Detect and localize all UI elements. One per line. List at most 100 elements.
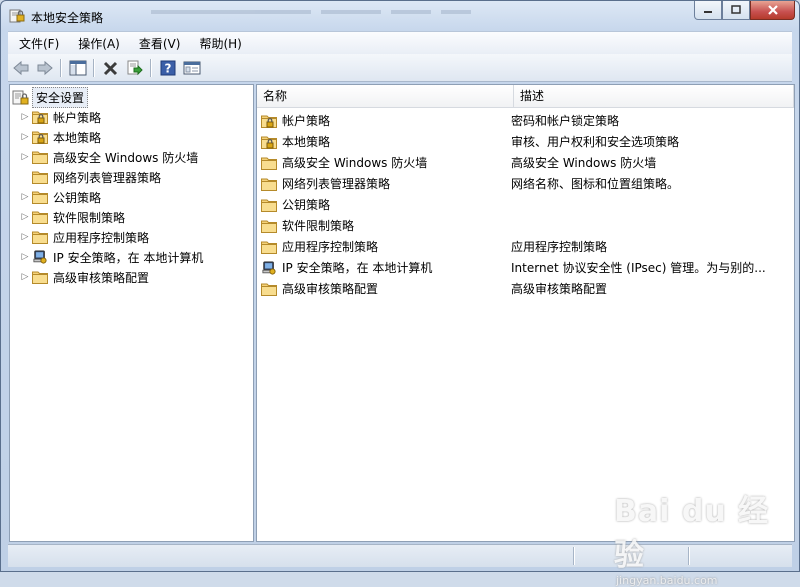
folder-icon (261, 283, 277, 296)
menu-help[interactable]: 帮助(H) (188, 35, 249, 52)
toolbar-separator (60, 58, 61, 77)
title-bar[interactable]: 本地安全策略 (1, 1, 799, 31)
watermark-url: jingyan.baidu.com (616, 574, 718, 587)
list-item-name: 软件限制策略 (282, 219, 355, 233)
tree-item[interactable]: ▷ IP 安全策略，在 本地计算机 (18, 247, 203, 267)
list-item-description: 高级安全 Windows 防火墙 (511, 156, 657, 170)
folder-icon (32, 231, 48, 244)
tree-item-label: 应用程序控制策略 (53, 230, 150, 245)
list-pane[interactable]: 名称 描述 帐户策略 密码和帐户锁定策略 本地策略 审核、用户权利和安全选项策略 高级安… (256, 84, 795, 542)
folder-icon (32, 151, 48, 164)
list-item-name: 本地策略 (282, 135, 331, 149)
list-cell-name: 应用程序控制策略 (261, 238, 511, 255)
expand-arrow-icon[interactable]: ▷ (18, 252, 32, 262)
list-row[interactable]: 应用程序控制策略 应用程序控制策略 (261, 236, 794, 257)
list-item-name: 网络列表管理器策略 (282, 177, 391, 191)
column-header-name[interactable]: 名称 (257, 85, 514, 107)
forward-button[interactable] (34, 57, 56, 79)
list-cell-name: IP 安全策略，在 本地计算机 (261, 259, 511, 276)
list-row[interactable]: 高级审核策略配置 高级审核策略配置 (261, 278, 794, 299)
expand-arrow-icon[interactable]: ▷ (18, 192, 32, 202)
minimize-icon (704, 11, 712, 13)
column-header-description[interactable]: 描述 (514, 85, 794, 107)
list-row[interactable]: 公钥策略 (261, 194, 794, 215)
tree-item[interactable]: ▷ 帐户策略 (18, 107, 101, 127)
list-item-description: 高级审核策略配置 (511, 282, 608, 296)
toolbar-separator (93, 58, 94, 77)
expand-arrow-icon[interactable]: ▷ (18, 152, 32, 162)
tree-item[interactable]: ▷ 高级审核策略配置 (18, 267, 149, 287)
help-button[interactable]: ? (157, 57, 179, 79)
tree-item[interactable]: ▷ 应用程序控制策略 (18, 227, 149, 247)
forward-icon (37, 60, 53, 75)
minimize-button[interactable] (694, 1, 722, 20)
tree-item[interactable]: ▷ 软件限制策略 (18, 207, 125, 227)
list-item-name: 应用程序控制策略 (282, 240, 379, 254)
back-button[interactable] (10, 57, 32, 79)
list-cell-name: 公钥策略 (261, 196, 511, 213)
tree-item[interactable]: ▷ 本地策略 (18, 127, 101, 147)
folder-icon (261, 241, 277, 254)
list-row[interactable]: 本地策略 审核、用户权利和安全选项策略 (261, 131, 794, 152)
export-list-button[interactable] (124, 57, 146, 79)
properties-button[interactable] (181, 57, 203, 79)
delete-button[interactable] (100, 57, 122, 79)
list-cell-name: 本地策略 (261, 133, 511, 150)
expand-arrow-icon[interactable]: ▷ (18, 272, 32, 282)
folder-icon (261, 157, 277, 170)
expand-arrow-icon[interactable]: ▷ (18, 132, 32, 142)
export-list-icon (127, 60, 143, 75)
list-item-name: 公钥策略 (282, 198, 331, 212)
list-item-description: Internet 协议安全性 (IPsec) 管理。为与别的... (511, 261, 766, 275)
expand-arrow-icon[interactable]: ▷ (18, 212, 32, 222)
show-hide-tree-button[interactable] (67, 57, 89, 79)
menu-action[interactable]: 操作(A) (67, 35, 128, 52)
folder-icon (32, 191, 48, 204)
close-button[interactable] (750, 1, 795, 20)
tree-item-label: 高级安全 Windows 防火墙 (53, 150, 199, 165)
tree-item[interactable]: ▷ 高级安全 Windows 防火墙 (18, 147, 199, 167)
list-item-name: IP 安全策略，在 本地计算机 (282, 261, 433, 275)
folder-icon (32, 211, 48, 224)
svg-text:?: ? (165, 61, 172, 75)
list-item-name: 高级安全 Windows 防火墙 (282, 156, 428, 170)
list-cell-name: 高级安全 Windows 防火墙 (261, 154, 511, 171)
maximize-button[interactable] (722, 1, 750, 20)
list-cell-name: 高级审核策略配置 (261, 280, 511, 297)
tree-pane[interactable]: 安全设置 ▷ 帐户策略 ▷ 本地策略 ▷ 高级安全 Windows 防火墙 网络列表管理器策… (9, 84, 254, 542)
folder-icon (261, 199, 277, 212)
folder-icon (261, 220, 277, 233)
back-icon (13, 60, 29, 75)
list-header: 名称 描述 (257, 85, 794, 108)
list-row[interactable]: 高级安全 Windows 防火墙 高级安全 Windows 防火墙 (261, 152, 794, 173)
menu-view[interactable]: 查看(V) (128, 35, 189, 52)
list-item-description: 应用程序控制策略 (511, 240, 608, 254)
list-row[interactable]: 软件限制策略 (261, 215, 794, 236)
folder-icon (261, 178, 277, 191)
list-row[interactable]: IP 安全策略，在 本地计算机 Internet 协议安全性 (IPsec) 管理… (261, 257, 794, 278)
tree-item-label: 网络列表管理器策略 (53, 170, 162, 185)
expand-arrow-icon[interactable]: ▷ (18, 112, 32, 122)
folder-icon (32, 171, 48, 184)
locked-folder-icon (32, 111, 48, 124)
show-hide-tree-icon (69, 60, 87, 75)
security-policy-icon (9, 9, 25, 23)
tree-root-security-settings[interactable]: 安全设置 (12, 86, 89, 108)
list-cell-name: 软件限制策略 (261, 217, 511, 234)
list-row[interactable]: 帐户策略 密码和帐户锁定策略 (261, 110, 794, 131)
menu-file[interactable]: 文件(F) (8, 35, 67, 52)
tree-item[interactable]: 网络列表管理器策略 (18, 167, 161, 187)
help-icon: ? (160, 60, 176, 75)
locked-folder-icon (32, 131, 48, 144)
tree-item[interactable]: ▷ 公钥策略 (18, 187, 101, 207)
expand-arrow-icon[interactable]: ▷ (18, 232, 32, 242)
list-row[interactable]: 网络列表管理器策略 网络名称、图标和位置组策略。 (261, 173, 794, 194)
tree-item-label: 公钥策略 (53, 190, 102, 205)
security-settings-icon (12, 90, 29, 105)
list-item-description: 审核、用户权利和安全选项策略 (511, 135, 680, 149)
window-title: 本地安全策略 (31, 11, 104, 25)
tree-root-label: 安全设置 (32, 86, 89, 108)
ip-security-icon (262, 260, 276, 275)
list-item-name: 帐户策略 (282, 114, 331, 128)
properties-icon (183, 61, 201, 74)
